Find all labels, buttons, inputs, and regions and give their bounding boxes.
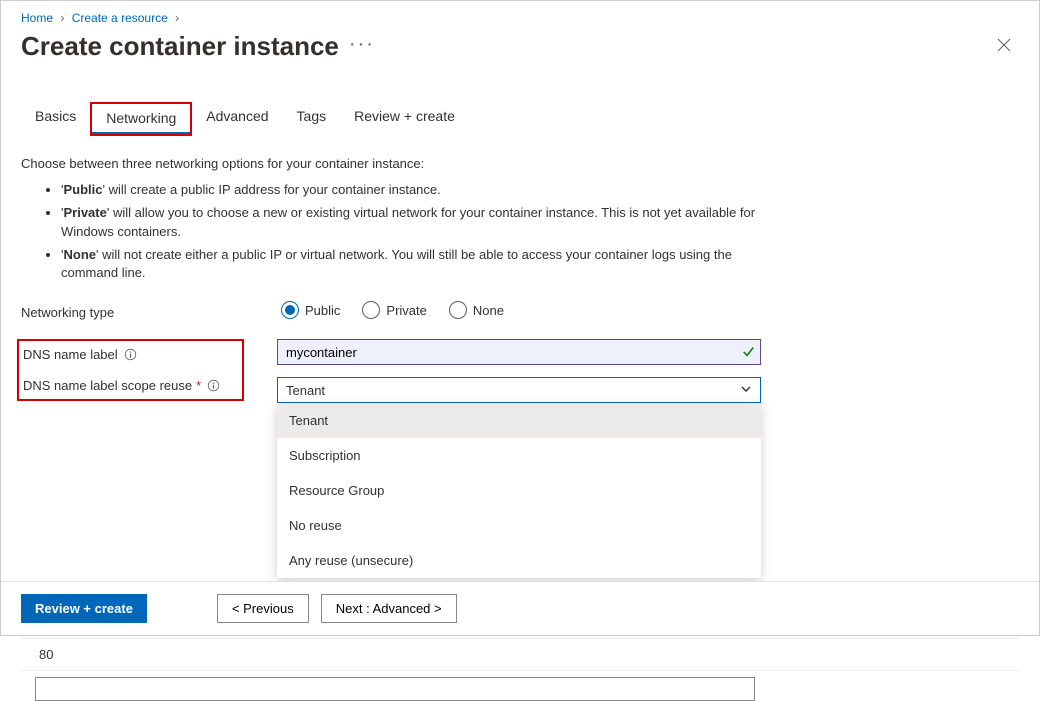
label-dns-name: DNS name label	[23, 347, 118, 362]
option-no-reuse[interactable]: No reuse	[277, 508, 761, 543]
review-create-button[interactable]: Review + create	[21, 594, 147, 623]
info-icon[interactable]	[124, 348, 137, 361]
highlight-dns-labels: DNS name label DNS name label scope reus…	[17, 339, 244, 401]
chevron-down-icon	[740, 383, 752, 398]
radio-public[interactable]: Public	[281, 301, 340, 319]
tab-networking[interactable]: Networking	[92, 104, 190, 134]
footer: Review + create < Previous Next : Advanc…	[1, 581, 1039, 635]
option-subscription[interactable]: Subscription	[277, 438, 761, 473]
close-button[interactable]	[989, 32, 1019, 61]
breadcrumb-home[interactable]: Home	[21, 11, 53, 25]
page-title: Create container instance	[21, 31, 339, 62]
tab-tags[interactable]: Tags	[283, 102, 341, 136]
select-value: Tenant	[286, 383, 325, 398]
radio-private[interactable]: Private	[362, 301, 426, 319]
breadcrumb-create-resource[interactable]: Create a resource	[72, 11, 168, 25]
intro-item-private: 'Private' will allow you to choose a new…	[61, 204, 791, 242]
tab-bar: Basics Networking Advanced Tags Review +…	[21, 102, 1019, 136]
radio-label: None	[473, 303, 504, 318]
dns-name-input[interactable]	[277, 339, 761, 365]
label-dns-scope: DNS name label scope reuse	[23, 378, 192, 393]
breadcrumb-sep: ›	[175, 11, 179, 25]
radio-icon	[449, 301, 467, 319]
radio-none[interactable]: None	[449, 301, 504, 319]
intro-text: Choose between three networking options …	[21, 156, 781, 171]
option-tenant[interactable]: Tenant	[277, 403, 761, 438]
close-icon	[997, 38, 1011, 52]
radio-label: Public	[305, 303, 340, 318]
radio-label: Private	[386, 303, 426, 318]
more-menu-icon[interactable]: ···	[349, 33, 375, 56]
ports-new-input[interactable]	[35, 677, 755, 701]
ports-row: 80	[21, 639, 1019, 671]
radio-icon	[281, 301, 299, 319]
radio-icon	[362, 301, 380, 319]
page-root: Home › Create a resource › Create contai…	[0, 0, 1040, 636]
previous-button[interactable]: < Previous	[217, 594, 309, 623]
networking-type-radios: Public Private None	[281, 301, 765, 319]
intro-item-public: 'Public' will create a public IP address…	[61, 181, 791, 200]
tab-basics[interactable]: Basics	[21, 102, 90, 136]
option-resource-group[interactable]: Resource Group	[277, 473, 761, 508]
breadcrumb: Home › Create a resource ›	[21, 9, 1019, 25]
info-icon[interactable]	[207, 379, 220, 392]
highlight-tab-networking: Networking	[90, 102, 192, 136]
check-icon	[741, 344, 755, 361]
tab-advanced[interactable]: Advanced	[192, 102, 282, 136]
form: Networking type Public Private None	[21, 301, 1019, 701]
intro-list: 'Public' will create a public IP address…	[21, 181, 1019, 283]
intro-item-none: 'None' will not create either a public I…	[61, 246, 791, 284]
next-button[interactable]: Next : Advanced >	[321, 594, 457, 623]
tab-review[interactable]: Review + create	[340, 102, 469, 136]
option-any-reuse[interactable]: Any reuse (unsecure)	[277, 543, 761, 578]
dns-scope-select[interactable]: Tenant	[277, 377, 761, 403]
label-networking-type: Networking type	[21, 301, 281, 320]
dns-scope-dropdown: Tenant Subscription Resource Group No re…	[277, 403, 761, 578]
breadcrumb-sep: ›	[60, 11, 64, 25]
required-asterisk: *	[196, 378, 201, 393]
